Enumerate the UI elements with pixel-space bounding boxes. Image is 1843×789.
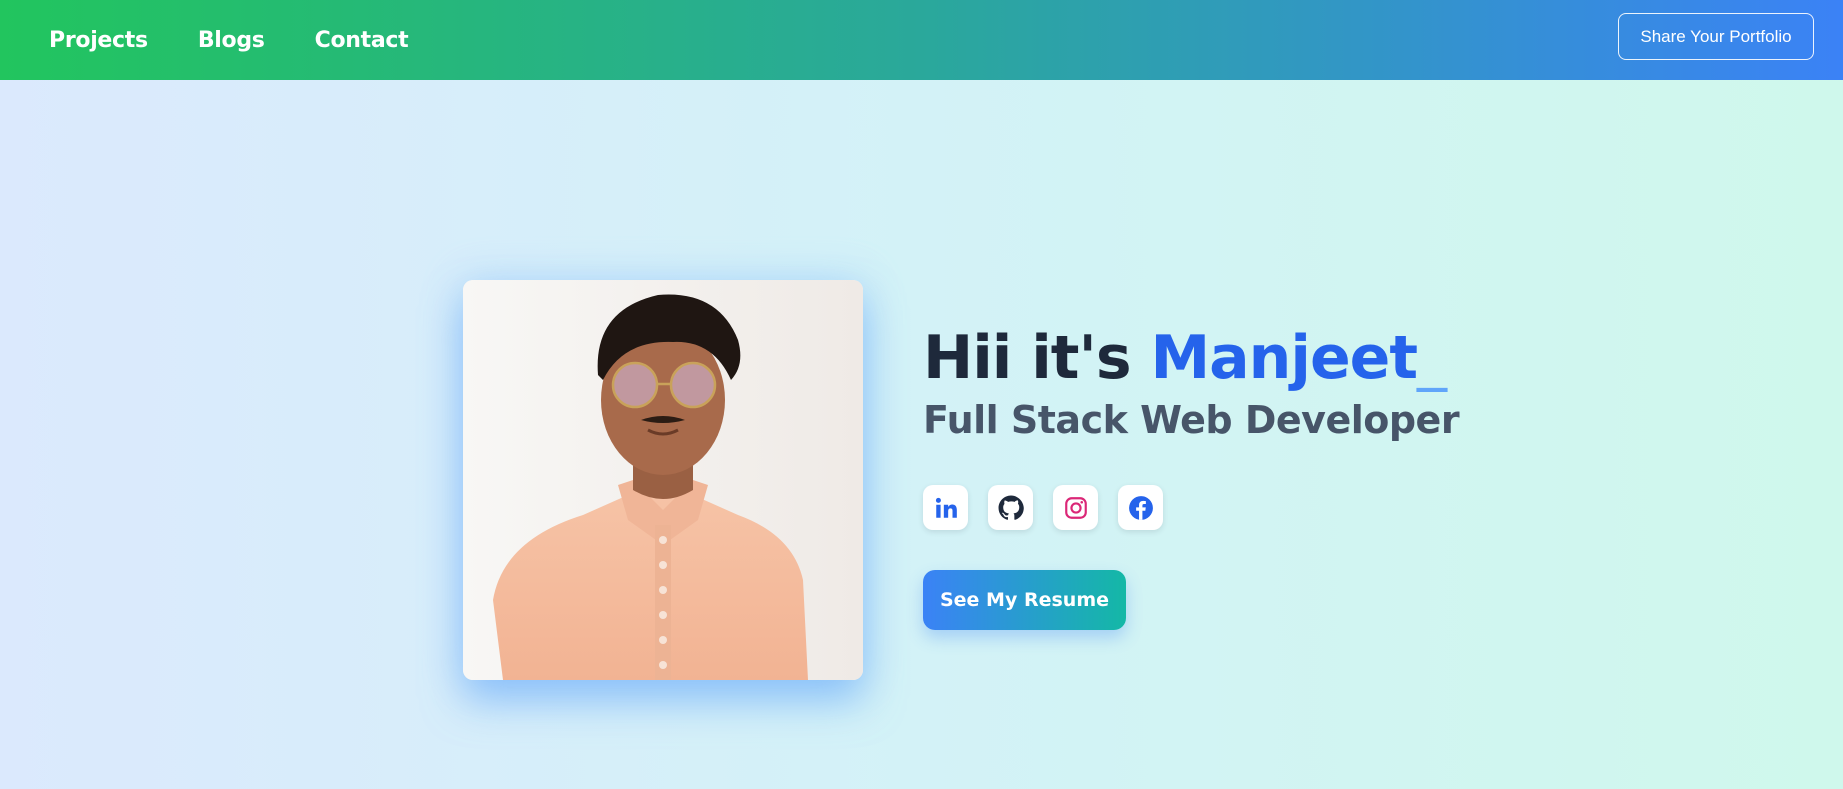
share-portfolio-button[interactable]: Share Your Portfolio bbox=[1618, 13, 1814, 60]
github-link[interactable] bbox=[988, 485, 1033, 530]
instagram-icon bbox=[1064, 496, 1087, 519]
social-links bbox=[923, 485, 1163, 530]
typing-cursor: _ bbox=[1417, 323, 1447, 393]
instagram-link[interactable] bbox=[1053, 485, 1098, 530]
profile-photo-illustration bbox=[463, 280, 863, 680]
nav-link-contact[interactable]: Contact bbox=[315, 28, 409, 53]
headline-greeting: Hii it's bbox=[923, 323, 1151, 393]
hero-text: Hii it's Manjeet_ Full Stack Web Develop… bbox=[923, 322, 1460, 442]
nav-links: Projects Blogs Contact bbox=[49, 0, 409, 80]
github-icon bbox=[998, 495, 1024, 520]
top-navbar: Projects Blogs Contact Share Your Portfo… bbox=[0, 0, 1843, 80]
hero-subtitle: Full Stack Web Developer bbox=[923, 398, 1460, 442]
linkedin-link[interactable] bbox=[923, 485, 968, 530]
profile-photo bbox=[463, 280, 863, 680]
see-resume-button[interactable]: See My Resume bbox=[923, 570, 1126, 630]
headline-name: Manjeet bbox=[1150, 323, 1418, 393]
facebook-icon bbox=[1128, 495, 1153, 520]
nav-link-blogs[interactable]: Blogs bbox=[198, 28, 265, 53]
nav-link-projects[interactable]: Projects bbox=[49, 28, 148, 53]
hero-headline: Hii it's Manjeet_ bbox=[923, 322, 1459, 394]
linkedin-icon bbox=[935, 497, 957, 518]
facebook-link[interactable] bbox=[1118, 485, 1163, 530]
